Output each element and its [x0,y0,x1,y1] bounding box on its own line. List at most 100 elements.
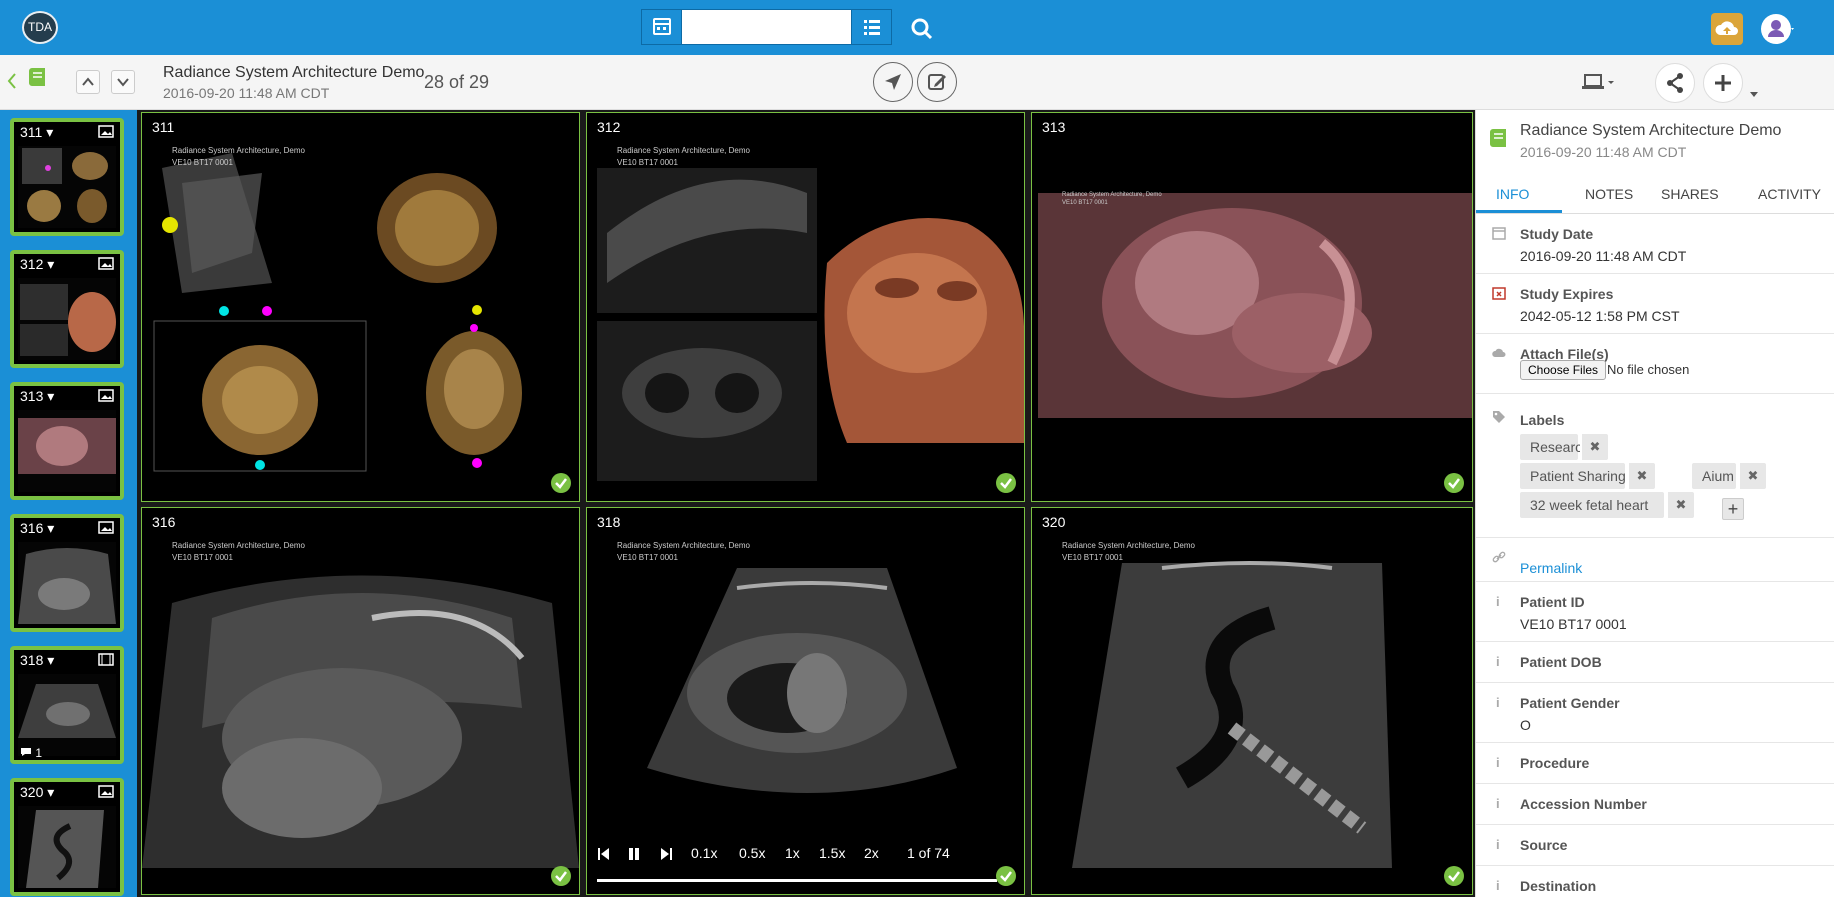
speed-1x-button[interactable]: 1x [785,845,800,861]
laptop-icon [1582,74,1614,89]
thumbnail-316[interactable]: 316 ▾ [10,514,124,632]
tag-icon [1492,524,1506,538]
skip-back-icon[interactable] [597,847,611,861]
study-expires-field: Study Expires 2042-05-12 1:58 PM CST [1476,274,1834,334]
tab-info[interactable]: INFO [1496,186,1529,202]
remove-label-button[interactable]: ✖ [1580,434,1608,460]
edit-button[interactable] [917,62,957,102]
labels-label: Labels [1520,412,1565,428]
back-icon[interactable] [6,71,18,91]
edit-icon [928,74,946,90]
location-arrow-icon [885,74,901,90]
image-panel-318[interactable]: 318 Radiance System Architecture, Demo VE… [586,507,1025,895]
add-label-button[interactable]: + [1722,498,1744,520]
comment-icon [21,748,31,756]
panel-caption: Radiance System Architecture, Demo VE10 B… [1062,541,1195,562]
panel-caption: Radiance System Architecture, Demo VE10 B… [617,541,750,562]
image-panel-313[interactable]: 313 Radiance System Architecture, Demo VE… [1031,112,1473,502]
next-study-button[interactable] [111,70,135,94]
image-icon [98,389,114,402]
layout-selector[interactable] [1580,72,1616,92]
video-progress-fill [597,879,997,882]
speed-1-5x-button[interactable]: 1.5x [819,845,845,861]
thumbnail-label: 320 ▾ [20,784,55,800]
panel-number: 312 [597,119,621,135]
panel-number: 318 [597,514,621,530]
accession-number-field: i Accession Number [1476,784,1834,825]
tab-activity[interactable]: ACTIVITY [1758,186,1821,202]
user-menu-button[interactable] [1760,11,1796,47]
frame-counter: 1 of 74 [907,845,950,861]
previous-study-button[interactable] [76,70,100,94]
study-position: 28 of 29 [424,72,490,92]
check-icon [551,866,571,886]
check-icon [996,866,1016,886]
calendar-icon [653,18,671,35]
remove-label-button[interactable]: ✖ [1666,492,1694,518]
search-group [641,9,892,45]
info-title: Radiance System Architecture Demo [1520,122,1782,139]
tab-notes[interactable]: NOTES [1585,186,1633,202]
speed-0-5x-button[interactable]: 0.5x [739,845,765,861]
field-label: Study Expires [1520,286,1614,302]
ultrasound-image [1032,508,1472,894]
label-chip: 32 week fetal heart [1520,492,1664,518]
info-icon: i [1496,796,1500,811]
thumbnail-312[interactable]: 312 ▾ [10,250,124,368]
caret-down-icon[interactable] [1749,91,1759,99]
app-logo[interactable]: TDA [22,11,58,44]
image-panel-312[interactable]: 312 Radiance System Architecture, Demo VE… [586,112,1025,502]
list-icon [864,20,880,35]
check-icon [996,473,1016,493]
speed-0-1x-button[interactable]: 0.1x [691,845,717,861]
panel-caption: Radiance System Architecture, Demo VE10 B… [1062,192,1162,206]
field-label: Procedure [1520,755,1590,771]
thumbnail-320[interactable]: 320 ▾ [10,778,124,896]
choose-files-button[interactable]: Choose Files [1520,360,1607,380]
check-icon [1444,866,1464,886]
image-panel-320[interactable]: 320 Radiance System Architecture, Demo VE… [1031,507,1473,895]
search-icon [911,18,933,40]
ultrasound-image [587,113,1024,501]
remove-label-button[interactable]: ✖ [1627,463,1655,489]
info-date: 2016-09-20 11:48 AM CDT [1520,144,1687,160]
field-label: Accession Number [1520,796,1647,812]
study-date-field: Study Date 2016-09-20 11:48 AM CDT [1476,214,1834,274]
study-book-icon[interactable] [26,65,48,91]
ultrasound-image [142,113,579,501]
image-panel-311[interactable]: 311 Radiance System Architecture, Demo VE… [141,112,580,502]
link-icon [1492,551,1506,563]
study-info-panel: Radiance System Architecture Demo 2016-0… [1475,110,1834,897]
upload-button[interactable] [1711,13,1743,45]
search-button[interactable] [908,15,936,43]
label-chip: Aium [1692,463,1736,489]
info-icon: i [1496,878,1500,893]
info-icon: i [1496,594,1500,609]
study-title: Radiance System Architecture Demo [163,64,425,81]
ultrasound-image [1032,113,1472,501]
thumbnail-label: 311 ▾ [20,124,54,140]
image-panel-316[interactable]: 316 Radiance System Architecture, Demo VE… [141,507,580,895]
add-button[interactable] [1703,63,1743,103]
pause-icon[interactable] [627,847,641,861]
video-progress[interactable] [597,879,997,882]
info-tabs: INFO NOTES SHARES ACTIVITY [1476,172,1834,214]
speed-2x-button[interactable]: 2x [864,845,879,861]
tab-shares[interactable]: SHARES [1661,186,1719,202]
thumbnail-image [18,410,116,492]
thumbnail-label: 312 ▾ [20,256,55,272]
permalink-link[interactable]: Permalink [1520,560,1582,576]
thumbnail-318[interactable]: 318 ▾ 1 [10,646,124,764]
skip-forward-icon[interactable] [659,847,673,861]
remove-label-button[interactable]: ✖ [1738,463,1766,489]
thumbnail-313[interactable]: 313 ▾ [10,382,124,500]
thumbnail-image [18,278,116,360]
search-input[interactable] [684,12,850,42]
list-view-button[interactable] [851,10,891,44]
thumbnail-311[interactable]: 311 ▾ [10,118,124,236]
navigate-button[interactable] [873,62,913,102]
share-button[interactable] [1655,63,1695,103]
calendar-button[interactable] [642,10,682,44]
panel-number: 311 [152,119,175,135]
tag-icon [1493,411,1505,423]
